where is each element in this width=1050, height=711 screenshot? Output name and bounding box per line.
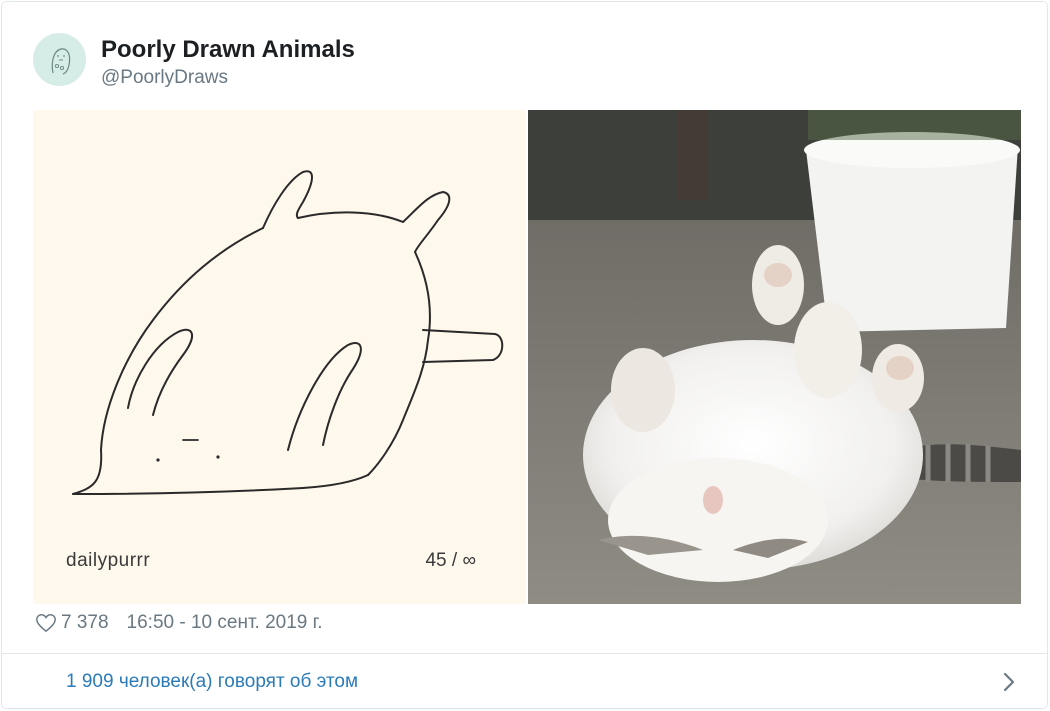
- cat-photo-illustration: [528, 110, 1021, 604]
- author-handle[interactable]: @PoorlyDraws: [101, 67, 228, 89]
- discussion-label: 1 909 человек(а) говорят об этом: [66, 671, 359, 692]
- author-name[interactable]: Poorly Drawn Animals: [101, 36, 355, 64]
- tweet-card: Poorly Drawn Animals @PoorlyDraws dailyp…: [1, 1, 1048, 709]
- tweet-meta: 7 378 16:50 - 10 сент. 2019 г.: [35, 609, 323, 637]
- drawing-counter-label: 45 / ∞: [425, 550, 476, 571]
- avatar[interactable]: [33, 33, 86, 86]
- cat-drawing-illustration: [72, 170, 504, 495]
- chevron-right-icon: [1003, 672, 1015, 692]
- cat-photo[interactable]: [528, 110, 1021, 604]
- discussion-link[interactable]: 1 909 человек(а) говорят об этом: [2, 654, 1047, 710]
- drawing-brand-label: dailypurrr: [66, 550, 151, 571]
- like-count[interactable]: 7 378: [61, 612, 109, 634]
- tweet-media: dailypurrr 45 / ∞: [33, 110, 1021, 604]
- heart-outline-icon[interactable]: [35, 612, 57, 634]
- seal-doodle-icon: [51, 48, 71, 75]
- drawing-image[interactable]: dailypurrr 45 / ∞: [33, 110, 526, 604]
- tweet-timestamp[interactable]: 16:50 - 10 сент. 2019 г.: [127, 612, 323, 634]
